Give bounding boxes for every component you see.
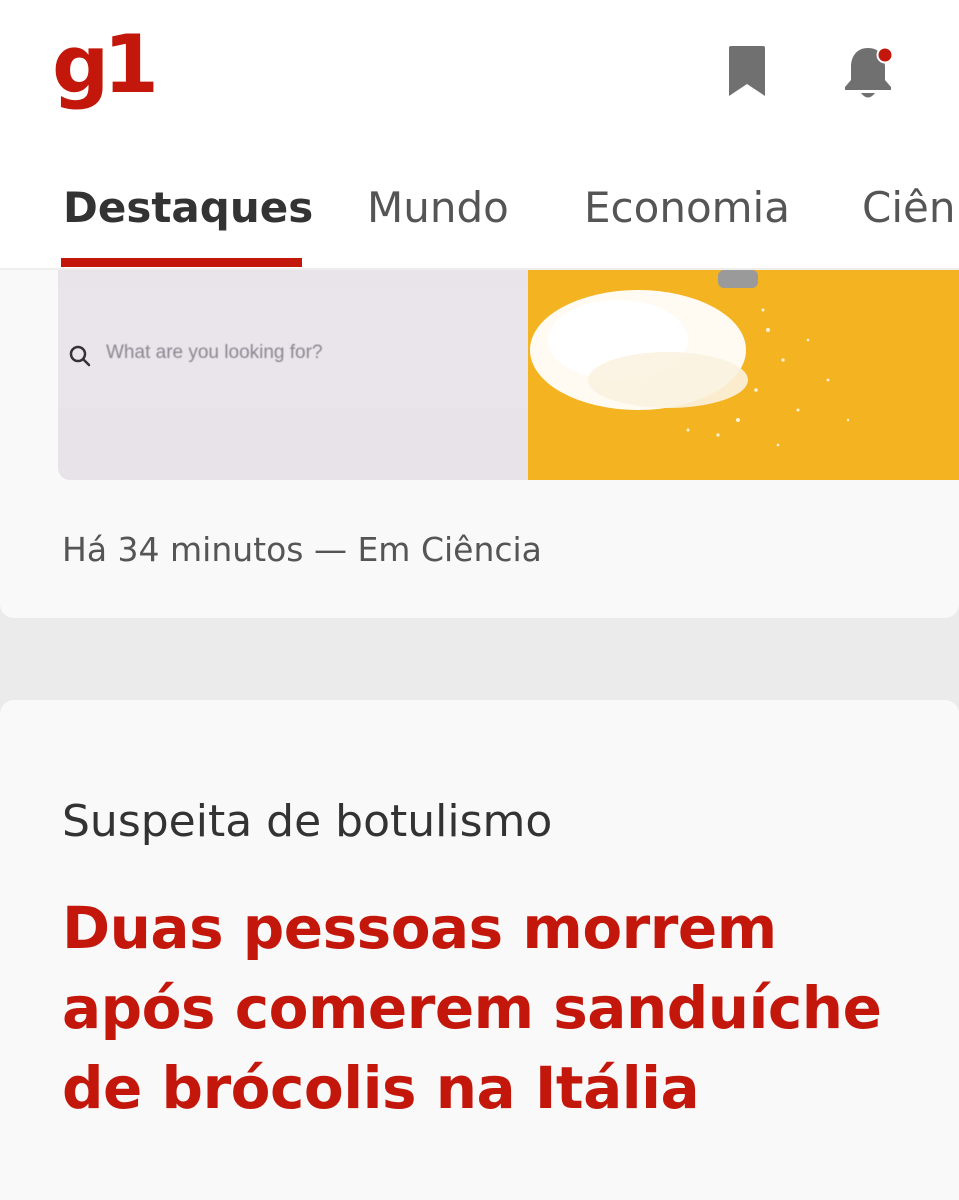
tab-destaques[interactable]: Destaques — [63, 180, 313, 236]
tab-economia[interactable]: Economia — [584, 180, 790, 236]
news-card-botulismo[interactable]: Suspeita de botulismo Duas pessoas morre… — [0, 700, 959, 1200]
thumbnail-searchbar: What are you looking for? — [58, 288, 528, 408]
tab-ciencia[interactable]: Ciên — [862, 180, 955, 236]
g1-logo[interactable]: g1 — [52, 20, 159, 110]
bookmark-icon[interactable] — [722, 42, 772, 102]
article-thumbnail-salt — [528, 270, 959, 480]
news-card[interactable]: What are you looking for? Há 34 minutos … — [0, 270, 959, 618]
tab-mundo[interactable]: Mundo — [367, 180, 509, 236]
article-thumbnail-search: What are you looking for? — [58, 270, 528, 480]
article-headline[interactable]: Duas pessoas morrem após comerem sanduíc… — [62, 888, 942, 1128]
thumbnail-search-placeholder: What are you looking for? — [106, 342, 323, 363]
article-kicker: Suspeita de botulismo — [62, 796, 553, 847]
search-icon — [69, 345, 91, 367]
active-tab-indicator — [61, 258, 302, 267]
bell-icon[interactable] — [838, 40, 898, 104]
article-meta: Há 34 minutos — Em Ciência — [62, 530, 542, 569]
section-tabs: Destaques Mundo Economia Ciên — [0, 150, 959, 270]
notification-dot — [876, 46, 894, 64]
app-header: g1 — [0, 0, 959, 150]
